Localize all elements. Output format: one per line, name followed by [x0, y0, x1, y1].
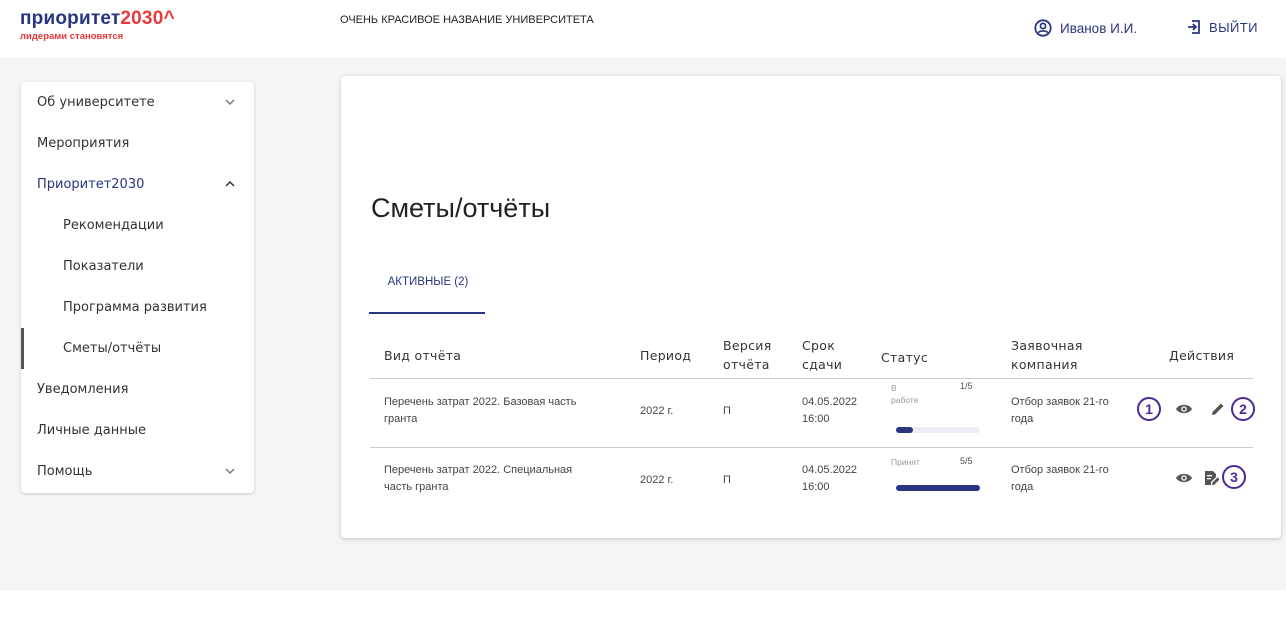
column-header-version-line1: Версия — [723, 338, 772, 353]
row-type-line2: гранта — [384, 413, 418, 425]
row-deadline: 04.05.2022 16:00 — [802, 394, 857, 428]
logout-button[interactable]: ВЫЙТИ — [1186, 19, 1258, 35]
header: приоритет2030^ лидерами становятся ОЧЕНЬ… — [0, 0, 1286, 58]
annotation-badge: 1 — [1137, 397, 1161, 421]
column-header-company-line1: Заявочная — [1011, 338, 1083, 353]
edit-document-icon[interactable] — [1203, 469, 1221, 487]
sidebar-item-label: Уведомления — [37, 382, 129, 397]
sidebar-item-label: Об университете — [37, 95, 155, 110]
sidebar-item-priority2030[interactable]: Приоритет2030 — [21, 164, 254, 205]
column-header-deadline-line1: Срок — [802, 338, 836, 353]
progress-fill — [896, 427, 913, 433]
logout-label: ВЫЙТИ — [1209, 19, 1258, 35]
row-status-line2: работе — [891, 395, 919, 405]
chevron-up-icon — [225, 180, 235, 187]
sidebar-item-label: Приоритет2030 — [37, 177, 145, 192]
reports-card: Сметы/отчёты АКТИВНЫЕ (2) Вид отчёта Пер… — [341, 76, 1281, 538]
university-name: ОЧЕНЬ КРАСИВОЕ НАЗВАНИЕ УНИВЕРСИТЕТА — [340, 14, 594, 26]
column-header-company-line2: компания — [1011, 357, 1078, 372]
row-period: 2022 г. — [640, 405, 674, 417]
progress-track — [896, 427, 980, 433]
tab-active-underline — [369, 312, 485, 314]
sidebar-item-personal-data[interactable]: Личные данные — [21, 410, 254, 451]
page-title: Сметы/отчёты — [371, 193, 551, 223]
annotation-badge: 2 — [1231, 397, 1255, 421]
column-header-actions: Действия — [1169, 348, 1235, 363]
logo[interactable]: приоритет2030^ лидерами становятся — [20, 8, 175, 42]
sidebar-item-label: Сметы/отчёты — [63, 341, 162, 356]
user-icon — [1034, 19, 1052, 37]
column-header-deadline: Срок сдачи — [802, 336, 842, 374]
row-version: П — [723, 405, 731, 417]
sidebar-item-label: Рекомендации — [63, 218, 164, 233]
sidebar-item-estimates-reports[interactable]: Сметы/отчёты — [21, 328, 254, 369]
tab-active[interactable]: АКТИВНЫЕ (2) — [370, 270, 486, 300]
row-divider — [370, 447, 1253, 448]
sidebar-item-events[interactable]: Мероприятия — [21, 123, 254, 164]
sidebar-item-label: Помощь — [37, 464, 93, 479]
row-deadline-date: 04.05.2022 — [802, 464, 858, 476]
chevron-down-icon — [225, 99, 235, 106]
row-status-count: 5/5 — [960, 456, 973, 466]
sidebar-item-development-program[interactable]: Программа развития — [21, 287, 254, 328]
row-status-line1: В — [891, 383, 897, 393]
row-type[interactable]: Перечень затрат 2022. Базовая часть гран… — [384, 394, 624, 428]
pencil-icon[interactable] — [1210, 401, 1226, 417]
row-status-count: 1/5 — [960, 381, 973, 391]
sidebar-item-label: Личные данные — [37, 423, 147, 438]
row-company-line1: Отбор заявок 21-го — [1011, 396, 1109, 408]
row-company-line2: года — [1011, 481, 1034, 493]
row-type-line1: Перечень затрат 2022. Специальная — [384, 464, 573, 476]
eye-icon[interactable] — [1175, 472, 1193, 484]
column-header-type: Вид отчёта — [384, 348, 462, 363]
row-company: Отбор заявок 21-го года — [1011, 462, 1146, 496]
annotation-badge: 3 — [1222, 465, 1246, 489]
column-header-period: Период — [640, 348, 692, 363]
sidebar-item-notifications[interactable]: Уведомления — [21, 369, 254, 410]
row-company-line1: Отбор заявок 21-го — [1011, 464, 1109, 476]
column-header-deadline-line2: сдачи — [802, 357, 843, 372]
row-status-label: В работе — [891, 382, 918, 406]
row-deadline-date: 04.05.2022 — [802, 396, 858, 408]
header-divider — [370, 378, 1253, 379]
row-type-line1: Перечень затрат 2022. Базовая часть — [384, 396, 577, 408]
row-version: П — [723, 474, 731, 486]
row-type-line2: часть гранта — [384, 481, 449, 493]
row-period: 2022 г. — [640, 474, 674, 486]
row-status-label: Принят — [891, 456, 920, 468]
column-header-status: Статус — [881, 350, 929, 365]
eye-icon[interactable] — [1175, 403, 1193, 415]
user-profile[interactable]: Иванов И.И. — [1034, 19, 1137, 37]
sidebar-item-label: Мероприятия — [37, 136, 130, 151]
row-company-line2: года — [1011, 413, 1034, 425]
sidebar-item-about[interactable]: Об университете — [21, 82, 254, 123]
sidebar-item-recommendations[interactable]: Рекомендации — [21, 205, 254, 246]
sidebar-item-help[interactable]: Помощь — [21, 451, 254, 492]
progress-fill — [896, 485, 980, 491]
column-header-version-line2: отчёта — [723, 357, 770, 372]
sidebar-item-label: Показатели — [63, 259, 144, 274]
chevron-down-icon — [225, 468, 235, 475]
logo-text: приоритет2030^ — [20, 8, 175, 29]
column-header-company: Заявочная компания — [1011, 336, 1083, 374]
row-company: Отбор заявок 21-го года — [1011, 394, 1146, 428]
sidebar-item-label: Программа развития — [63, 300, 207, 315]
sidebar-item-indicators[interactable]: Показатели — [21, 246, 254, 287]
progress-track — [896, 485, 980, 491]
row-deadline-time: 16:00 — [802, 481, 830, 493]
logout-icon — [1188, 20, 1200, 34]
column-header-version: Версия отчёта — [723, 336, 772, 374]
row-deadline: 04.05.2022 16:00 — [802, 462, 857, 496]
active-indicator — [21, 328, 24, 369]
logo-slogan: лидерами становятся — [20, 31, 124, 42]
user-name: Иванов И.И. — [1060, 20, 1138, 36]
row-status-line1: Принят — [891, 457, 920, 467]
sidebar: Об университете Мероприятия Приоритет203… — [21, 82, 254, 493]
row-type[interactable]: Перечень затрат 2022. Специальная часть … — [384, 462, 624, 496]
row-deadline-time: 16:00 — [802, 413, 830, 425]
